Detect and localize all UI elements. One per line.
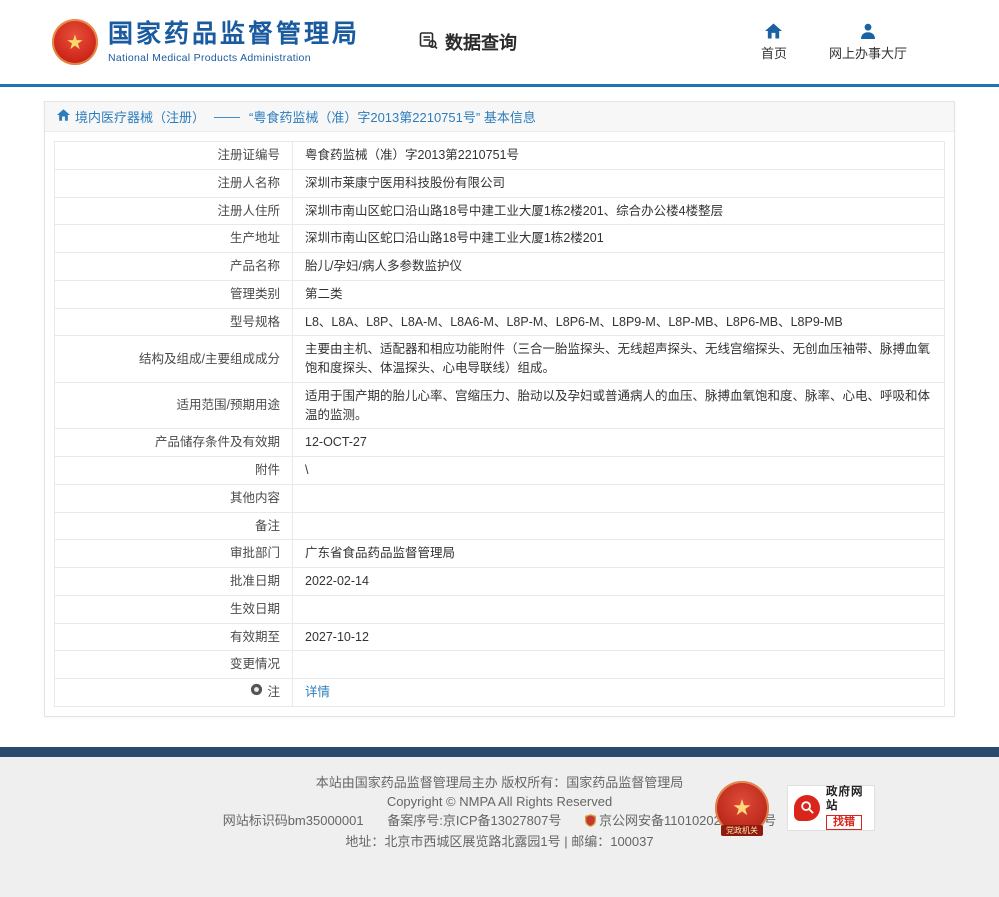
site-footer: 本站由国家药品监督管理局主办 版权所有：国家药品监督管理局 Copyright … (0, 757, 999, 897)
icp-record-number: 备案序号:京ICP备13027807号 (387, 813, 561, 828)
row-label: 产品储存条件及有效期 (55, 429, 293, 457)
nav-home-label: 首页 (761, 43, 787, 62)
row-label: 产品名称 (55, 253, 293, 281)
table-row: 注册人名称 深圳市莱康宁医用科技股份有限公司 (55, 169, 945, 197)
nav-service-hall-label: 网上办事大厅 (829, 43, 907, 62)
row-label: 批准日期 (55, 568, 293, 596)
row-label-text: 注 (267, 683, 280, 702)
nmpa-logo[interactable]: ★ 国家药品监督管理局 National Medical Products Ad… (52, 19, 360, 65)
content-box: 境内医疗器械（注册） —— “粤食药监械（准）字2013第2210751号” 基… (44, 101, 955, 717)
note-icon (250, 683, 263, 702)
breadcrumb-category[interactable]: 境内医疗器械（注册） (75, 107, 205, 126)
detail-link[interactable]: 详情 (305, 685, 330, 699)
breadcrumb: 境内医疗器械（注册） —— “粤食药监械（准）字2013第2210751号” 基… (45, 102, 954, 132)
table-row: 产品名称 胎儿/孕妇/病人多参数监护仪 (55, 253, 945, 281)
row-value: 2027-10-12 (293, 623, 945, 651)
row-label: 备注 (55, 512, 293, 540)
row-value: 深圳市南山区蛇口沿山路18号中建工业大厦1栋2楼201 (293, 225, 945, 253)
table-row: 型号规格 L8、L8A、L8P、L8A-M、L8A6-M、L8P-M、L8P6-… (55, 308, 945, 336)
row-label: 生产地址 (55, 225, 293, 253)
row-value (293, 595, 945, 623)
row-label: 其他内容 (55, 484, 293, 512)
data-query-label: 数据查询 (445, 29, 517, 55)
table-row: 批准日期 2022-02-14 (55, 568, 945, 596)
org-name: 国家药品监督管理局 (108, 20, 360, 49)
row-label: 注册人名称 (55, 169, 293, 197)
table-row: 其他内容 (55, 484, 945, 512)
government-agency-badge[interactable]: ★ 党政机关 (715, 781, 769, 835)
person-icon (860, 22, 876, 39)
police-shield-icon (585, 813, 596, 832)
main-content: 境内医疗器械（注册） —— “粤食药监械（准）字2013第2210751号” 基… (0, 87, 999, 717)
row-value: 12-OCT-27 (293, 429, 945, 457)
row-value: 2022-02-14 (293, 568, 945, 596)
table-row: 注册人住所 深圳市南山区蛇口沿山路18号中建工业大厦1栋2楼201、综合办公楼4… (55, 197, 945, 225)
breadcrumb-home-icon (57, 109, 70, 124)
emblem-ribbon-label: 党政机关 (721, 825, 763, 836)
table-row: 注册证编号 粤食药监械（准）字2013第2210751号 (55, 142, 945, 170)
org-name-en: National Medical Products Administration (108, 52, 360, 64)
table-row: 适用范围/预期用途 适用于围产期的胎儿心率、宫缩压力、胎动以及孕妇或普通病人的血… (55, 382, 945, 429)
table-row: 变更情况 (55, 651, 945, 679)
row-label: 生效日期 (55, 595, 293, 623)
table-row: 管理类别 第二类 (55, 280, 945, 308)
website-error-report-badge[interactable]: 政府网站 找错 (787, 785, 875, 831)
nav-service-hall[interactable]: 网上办事大厅 (829, 22, 907, 62)
footer-divider-bar (0, 747, 999, 757)
table-row: 注 详情 (55, 679, 945, 707)
footer-badges: ★ 党政机关 政府网站 找错 (715, 781, 875, 835)
error-badge-action: 找错 (826, 815, 862, 830)
row-value (293, 512, 945, 540)
row-value (293, 651, 945, 679)
site-header: ★ 国家药品监督管理局 National Medical Products Ad… (0, 0, 999, 84)
row-label: 注册证编号 (55, 142, 293, 170)
row-value: L8、L8A、L8P、L8A-M、L8A6-M、L8P-M、L8P6-M、L8P… (293, 308, 945, 336)
table-row: 结构及组成/主要组成成分 主要由主机、适配器和相应功能附件（三合一胎监探头、无线… (55, 336, 945, 383)
data-query-icon (418, 30, 438, 55)
row-value: 深圳市南山区蛇口沿山路18号中建工业大厦1栋2楼201、综合办公楼4楼整层 (293, 197, 945, 225)
row-label: 附件 (55, 457, 293, 485)
table-row: 生效日期 (55, 595, 945, 623)
row-label: 适用范围/预期用途 (55, 382, 293, 429)
table-row: 备注 (55, 512, 945, 540)
row-label: 型号规格 (55, 308, 293, 336)
registration-info-table: 注册证编号 粤食药监械（准）字2013第2210751号 注册人名称 深圳市莱康… (54, 141, 945, 707)
row-value: \ (293, 457, 945, 485)
home-icon (765, 22, 782, 39)
row-value: 广东省食品药品监督管理局 (293, 540, 945, 568)
row-label: 注册人住所 (55, 197, 293, 225)
table-row: 生产地址 深圳市南山区蛇口沿山路18号中建工业大厦1栋2楼201 (55, 225, 945, 253)
nav-home[interactable]: 首页 (761, 22, 787, 62)
row-value: 深圳市莱康宁医用科技股份有限公司 (293, 169, 945, 197)
row-label: 审批部门 (55, 540, 293, 568)
table-row: 附件 \ (55, 457, 945, 485)
table-row: 有效期至 2027-10-12 (55, 623, 945, 651)
row-label: 注 (55, 679, 293, 707)
row-label: 有效期至 (55, 623, 293, 651)
row-value: 胎儿/孕妇/病人多参数监护仪 (293, 253, 945, 281)
row-value (293, 484, 945, 512)
row-label: 结构及组成/主要组成成分 (55, 336, 293, 383)
site-id-code: 网站标识码bm35000001 (223, 813, 364, 828)
breadcrumb-separator: —— (214, 109, 240, 124)
national-emblem-icon: ★ (52, 19, 98, 65)
row-value: 详情 (293, 679, 945, 707)
table-row: 产品储存条件及有效期 12-OCT-27 (55, 429, 945, 457)
row-label: 管理类别 (55, 280, 293, 308)
error-badge-title: 政府网站 (826, 785, 868, 813)
breadcrumb-page-title: “粤食药监械（准）字2013第2210751号” 基本信息 (249, 107, 536, 126)
row-label: 变更情况 (55, 651, 293, 679)
table-row: 审批部门 广东省食品药品监督管理局 (55, 540, 945, 568)
top-nav: 首页 网上办事大厅 (761, 22, 947, 62)
row-value: 适用于围产期的胎儿心率、宫缩压力、胎动以及孕妇或普通病人的血压、脉搏血氧饱和度、… (293, 382, 945, 429)
row-value: 粤食药监械（准）字2013第2210751号 (293, 142, 945, 170)
data-query-section[interactable]: 数据查询 (418, 29, 517, 55)
row-value: 第二类 (293, 280, 945, 308)
row-value: 主要由主机、适配器和相应功能附件（三合一胎监探头、无线超声探头、无线宫缩探头、无… (293, 336, 945, 383)
